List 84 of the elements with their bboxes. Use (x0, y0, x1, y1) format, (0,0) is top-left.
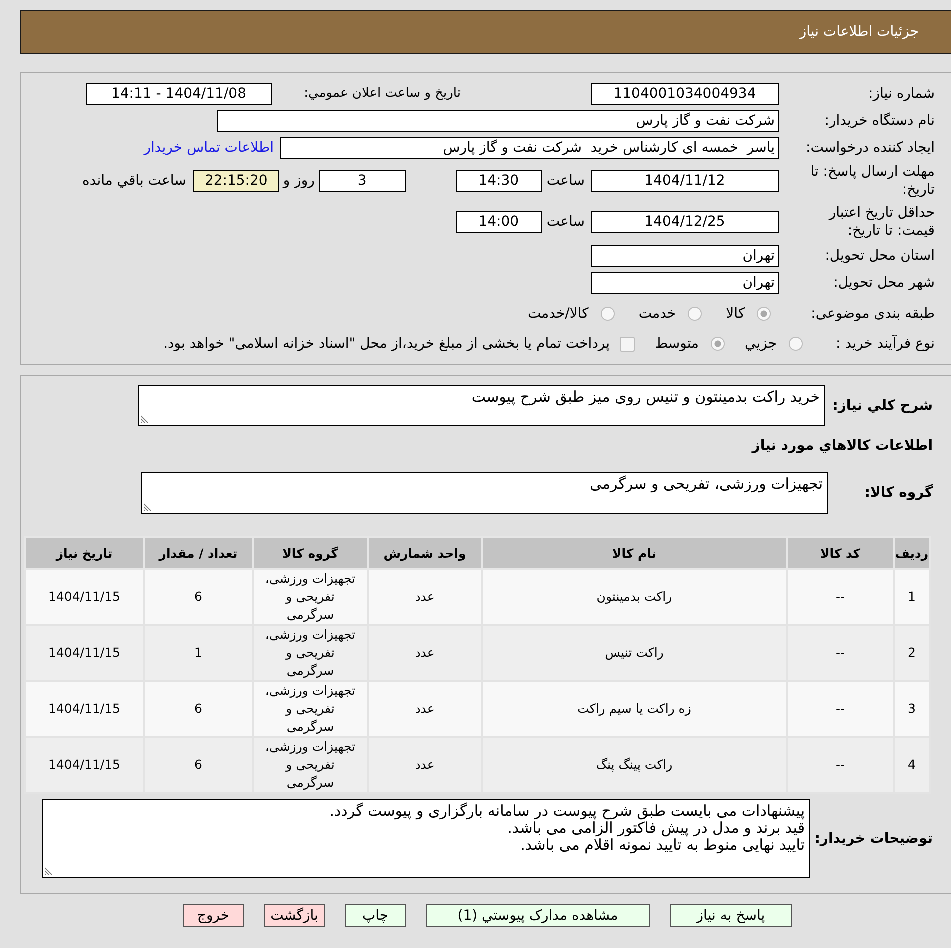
column-header: گروه کالا (253, 537, 368, 569)
table-cell: -- (787, 737, 894, 793)
column-header: تاریخ نیاز (25, 537, 144, 569)
table-cell: تجهیزات ورزشی، تفریحی و سرگرمی (253, 681, 368, 737)
announce-date-field[interactable]: 1404/11/08 - 14:11 (86, 82, 272, 104)
table-cell: عدد (368, 569, 482, 625)
resize-grip-icon[interactable] (45, 867, 53, 875)
column-header: ردیف (894, 537, 930, 569)
field-label: روز و (283, 172, 315, 190)
column-header: نام کالا (482, 537, 787, 569)
field-label: شماره نیاز: (868, 84, 935, 102)
reply-button[interactable]: پاسخ به نیاز (670, 904, 792, 927)
option-label: جزیي (745, 336, 777, 352)
days-field[interactable]: 3 (318, 170, 406, 192)
section-heading: اطلاعات کالاهاي مورد نیاز (750, 437, 933, 456)
column-header: واحد شمارش (368, 537, 482, 569)
need-number-field[interactable]: 1104001034004934 (591, 82, 779, 104)
table-cell: -- (787, 681, 894, 737)
table-cell: 6 (144, 681, 253, 737)
table-cell: 1404/11/15 (25, 569, 144, 625)
table-cell: 3 (894, 681, 930, 737)
buyer-contact-link[interactable]: اطلاعات تماس خریدار (144, 140, 274, 156)
option-label: خدمت (638, 306, 676, 322)
print-button[interactable]: چاپ (345, 904, 406, 927)
table-cell: زه راکت یا سیم راکت (482, 681, 787, 737)
attachments-button[interactable]: مشاهده مدارک پیوستي (1) (426, 904, 650, 927)
option-label: کالا/خدمت (528, 306, 589, 322)
validity-date-field[interactable]: 1404/12/25 (591, 211, 779, 233)
field-label: مهلت ارسال پاسخ: تا تاریخ: (810, 163, 935, 199)
exit-button[interactable]: خروج (183, 904, 244, 927)
table-cell: راکت بدمینتون (482, 569, 787, 625)
table-cell: 1 (894, 569, 930, 625)
field-label: استان محل تحویل: (824, 247, 935, 265)
resize-grip-icon[interactable] (144, 503, 152, 511)
field-label: ایجاد کننده درخواست: (805, 139, 935, 157)
table-cell: 6 (144, 737, 253, 793)
field-label: نوع فرآیند خرید : (835, 335, 935, 353)
table-cell: راکت پینگ پنگ (482, 737, 787, 793)
table-cell: تجهیزات ورزشی، تفریحی و سرگرمی (253, 737, 368, 793)
province-field[interactable]: تهران (591, 245, 779, 267)
resize-grip-icon[interactable] (141, 415, 149, 423)
goods-group-field[interactable]: تجهیزات ورزشی، تفریحی و سرگرمی (141, 472, 828, 514)
requester-field[interactable]: یاسر خمسه ای کارشناس خرید شرکت نفت و گاز پارس (280, 137, 779, 159)
table-cell: عدد (368, 737, 482, 793)
table-cell: 1404/11/15 (25, 681, 144, 737)
field-label: نام دستگاه خریدار: (824, 112, 935, 130)
field-label: گروه کالا: (864, 485, 933, 501)
table-cell: 1404/11/15 (25, 737, 144, 793)
field-label: شهر محل تحویل: (832, 274, 935, 292)
treasury-note: پرداخت تمام یا بخشی از مبلغ خرید،از محل "اسناد خزانه اسلامی" خواهد بود. (164, 336, 610, 352)
option-label: کالا (726, 306, 745, 322)
deadline-date-field[interactable]: 1404/11/12 (591, 170, 779, 192)
city-field[interactable]: تهران (591, 272, 779, 294)
table-cell: 4 (894, 737, 930, 793)
table-cell: -- (787, 569, 894, 625)
table-cell: عدد (368, 625, 482, 681)
field-label: ساعت باقي مانده (82, 172, 186, 190)
column-header: تعداد / مقدار (144, 537, 253, 569)
table-cell: تجهیزات ورزشی، تفریحی و سرگرمی (253, 625, 368, 681)
table-cell: 2 (894, 625, 930, 681)
validity-time-field[interactable]: 14:00 (456, 211, 542, 233)
field-label: ساعت (546, 213, 585, 231)
field-label: حداقل تاریخ اعتبار قیمت: تا تاریخ: (828, 204, 935, 240)
table-cell: تجهیزات ورزشی، تفریحی و سرگرمی (253, 569, 368, 625)
field-label: تاریخ و ساعت اعلان عمومي: (303, 84, 461, 102)
table-cell: 1404/11/15 (25, 625, 144, 681)
table-cell: راکت تنیس (482, 625, 787, 681)
column-header: کد کالا (787, 537, 894, 569)
remaining-time-field[interactable]: 22:15:20 (193, 170, 280, 192)
table-cell: -- (787, 625, 894, 681)
field-label: شرح کلي نیاز: (832, 398, 933, 414)
buyer-org-field[interactable]: شرکت نفت و گاز پارس (217, 110, 779, 132)
summary-field[interactable]: خرید راکت بدمینتون و تنیس روی میز طبق شرح پیوست (138, 385, 825, 426)
table-cell: 6 (144, 569, 253, 625)
buyer-notes-field[interactable]: پیشنهادات می بایست طبق شرح پیوست در سامانه بارگزاری و پیوست گردد. قید برند و مدل در پیش فاکتور الزامی می باشد. تایید نهایی منوط به تایید نمونه اقلام می باشد. (42, 799, 810, 878)
option-label: متوسط (655, 336, 700, 352)
page-title: جزئیات اطلاعات نیاز (800, 24, 919, 40)
table-cell: عدد (368, 681, 482, 737)
field-label: ساعت (546, 172, 585, 190)
field-label: توضیحات خریدار: (814, 830, 933, 846)
table-cell: 1 (144, 625, 253, 681)
back-button[interactable]: بازگشت (264, 904, 325, 927)
field-label: طبقه بندی موضوعی: (810, 305, 935, 323)
deadline-time-field[interactable]: 14:30 (456, 170, 542, 192)
